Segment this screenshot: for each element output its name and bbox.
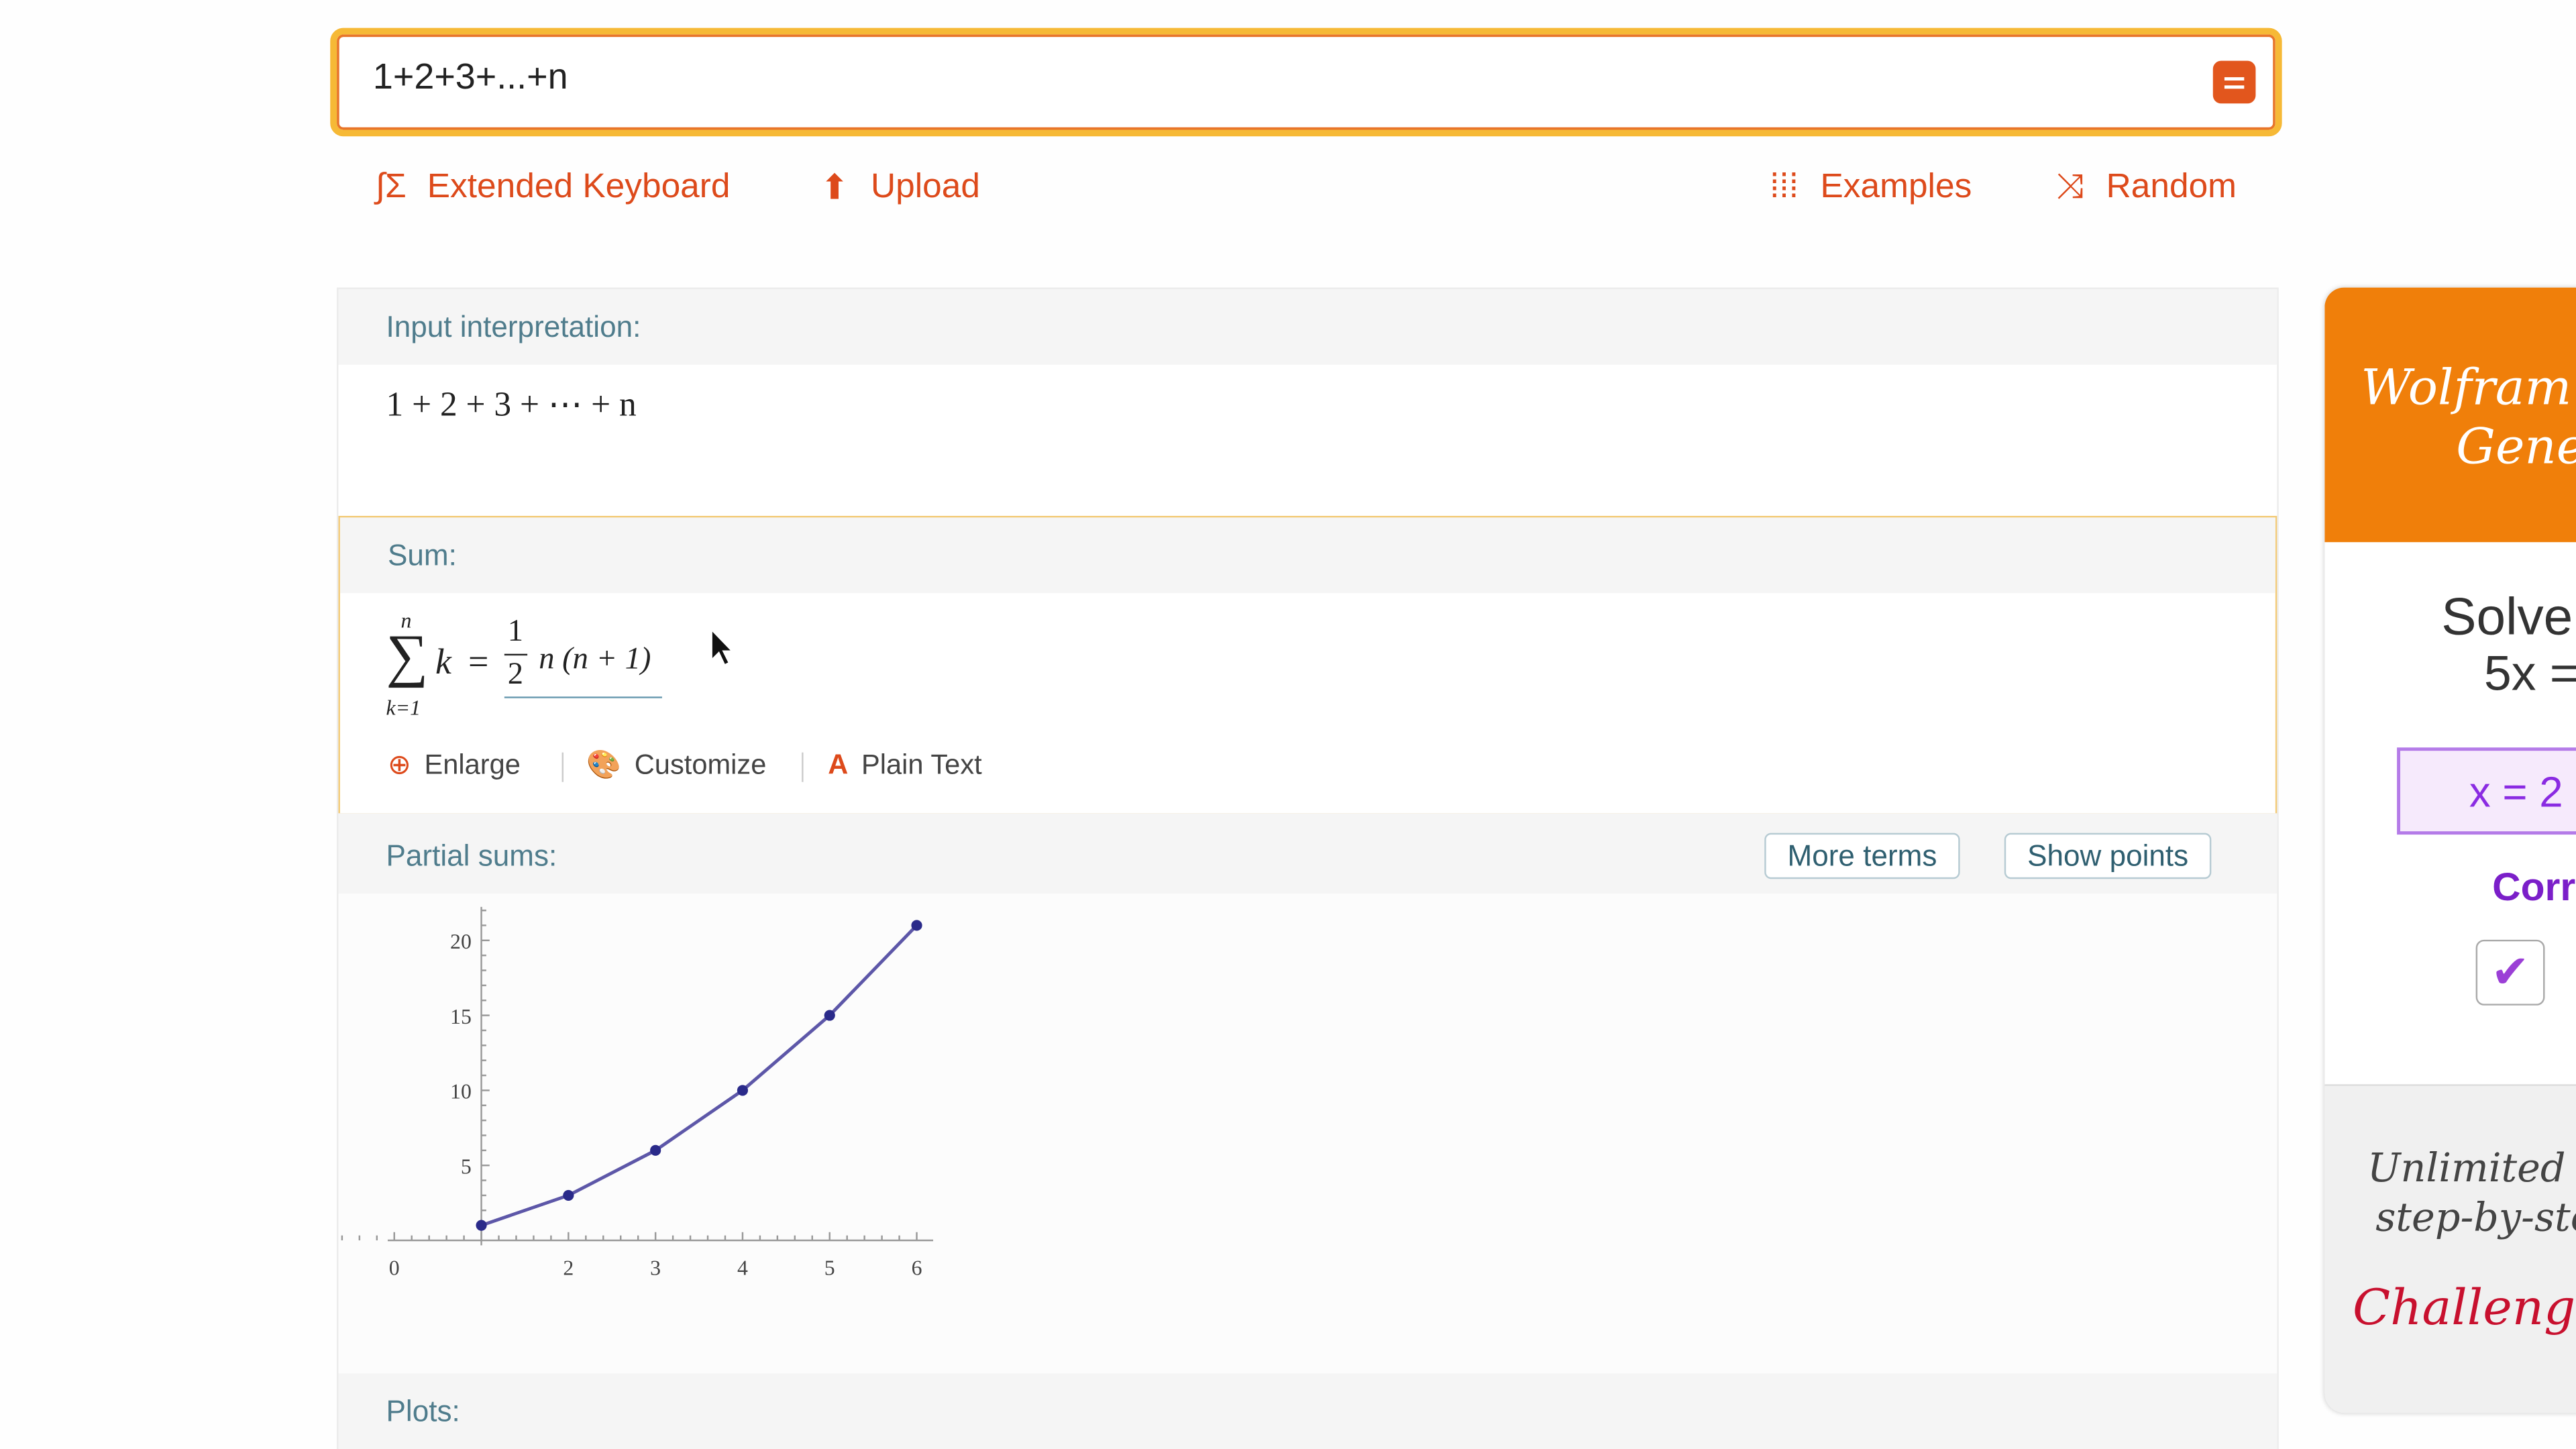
x-tick-label: 6 (912, 1256, 922, 1279)
grid-icon: ⁞⁞⁞ (1770, 167, 1799, 206)
text-icon: A (828, 749, 849, 781)
divider (802, 752, 804, 782)
examples-link[interactable]: ⁞⁞⁞ Examples (1764, 164, 1972, 211)
zoom-in-icon: ⊕ (387, 749, 411, 781)
fraction-bar (504, 653, 528, 656)
shuffle-icon: ⤨ (2056, 167, 2084, 206)
sum-formula: n ∑ k=1 k = 1 2 n (n + 1) (386, 608, 715, 722)
x-tick-label: 0 (389, 1256, 400, 1279)
pod-header-plots: Plots: (338, 1373, 2277, 1449)
data-point (911, 920, 922, 931)
y-tick-label: 10 (450, 1080, 472, 1104)
x-tick-label: 5 (824, 1256, 835, 1279)
data-point (563, 1189, 574, 1201)
random-link[interactable]: ⤨ Random (2050, 164, 2237, 211)
page: ∫ΣExtended Keyboard ⬆Upload ⁞⁞⁞Examples … (0, 0, 2576, 1449)
promo-footer: Unlimited p step-by-ste Challenge (2324, 1084, 2576, 1413)
sum-pod: Sum: n ∑ k=1 k = 1 2 n (n + 1) ⊕ Enlarge … (338, 515, 2277, 815)
y-tick-label: 5 (461, 1155, 472, 1178)
data-point (824, 1010, 835, 1021)
y-tick-label: 20 (450, 930, 472, 953)
upload-icon: ⬆ (820, 168, 849, 207)
plain-text-button[interactable]: A Plain Text (828, 749, 981, 782)
search-input[interactable] (370, 54, 2184, 101)
data-point (737, 1085, 749, 1096)
customize-button[interactable]: 🎨 Customize (586, 749, 766, 782)
show-points-button[interactable]: Show points (2004, 833, 2212, 879)
promo-panel[interactable]: Wolfram Gene Solve 5x = x = 2 Corr ✔ Unl… (2324, 287, 2576, 1413)
x-tick-label: 4 (737, 1256, 748, 1279)
pod-header-input: Input interpretation: (338, 289, 2277, 365)
answer-box[interactable]: x = 2 (2397, 747, 2576, 835)
check-icon[interactable]: ✔ (2475, 939, 2545, 1006)
data-point (650, 1144, 661, 1156)
y-tick-label: 15 (450, 1005, 472, 1028)
input-formula: 1 + 2 + 3 + ⋯ + n (386, 384, 637, 424)
data-point (476, 1220, 487, 1231)
keyboard-math-icon: ∫Σ (375, 167, 407, 206)
promo-header: Wolfram Gene (2324, 287, 2576, 543)
x-tick-label: 2 (563, 1256, 574, 1279)
divider (561, 752, 564, 782)
x-tick-label: 3 (650, 1256, 661, 1279)
pod-header-partial: Partial sums: More terms Show points (338, 813, 2277, 894)
mouse-cursor-icon (710, 627, 735, 667)
upload-link[interactable]: ⬆ Upload (815, 164, 980, 211)
pod-header-sum: Sum: (339, 517, 2275, 594)
partial-sums-chart: 0 2 3 4 5 6 5 10 15 20 (323, 906, 934, 1279)
results-card: Input interpretation: 1 + 2 + 3 + ⋯ + n … (323, 287, 2279, 1449)
palette-icon: 🎨 (586, 749, 622, 781)
partial-sums-content: 0 2 3 4 5 6 5 10 15 20 (323, 894, 2277, 1374)
extended-keyboard-link[interactable]: ∫Σ Extended Keyboard (371, 164, 731, 211)
equals-icon[interactable] (2212, 60, 2256, 104)
challenge-link[interactable]: Challenge (2353, 1280, 2576, 1338)
formula-underline (504, 696, 662, 698)
sigma-symbol: ∑ (386, 623, 429, 689)
series-line (480, 924, 918, 1227)
more-terms-button[interactable]: More terms (1764, 833, 1960, 879)
enlarge-button[interactable]: ⊕ Enlarge (388, 749, 521, 782)
search-box[interactable] (330, 28, 2282, 137)
